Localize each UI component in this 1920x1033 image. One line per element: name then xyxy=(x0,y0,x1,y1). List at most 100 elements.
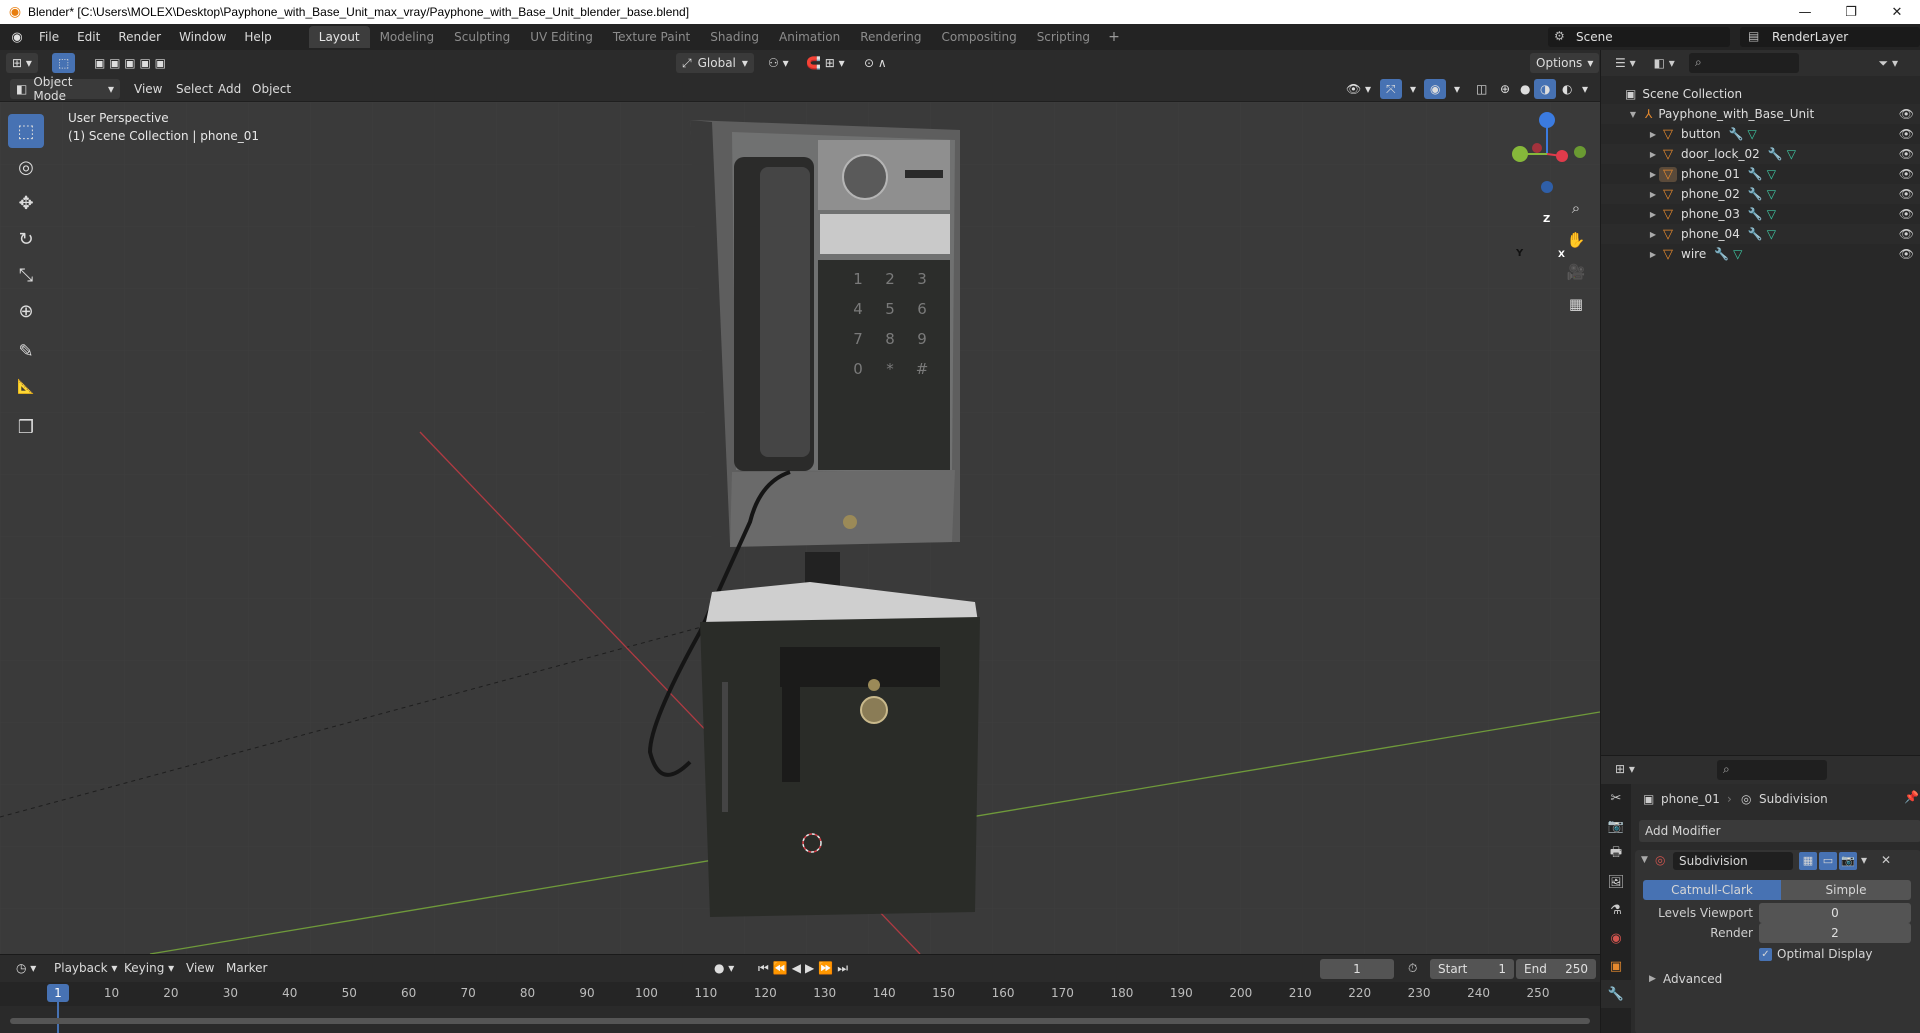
properties-editor-type-icon[interactable]: ⊞ ▾ xyxy=(1615,762,1635,776)
modifier-wrench-icon[interactable]: 🔧 xyxy=(1729,127,1744,141)
neg-y-axis-icon[interactable] xyxy=(1574,146,1586,158)
expand-triangle-icon[interactable]: ▶ xyxy=(1649,974,1656,984)
add-cube-tool[interactable]: ❒ xyxy=(8,410,44,444)
mesh-data-icon[interactable]: ▽ xyxy=(1787,147,1796,161)
timeline[interactable]: 1 10 20 30 40 50 60 70 80 90 100 110 120 130 140 150 160… xyxy=(0,982,1600,1033)
outliner-item-phone-03[interactable]: ▶ ▽ phone_03 🔧 ▽ 👁 xyxy=(1601,204,1920,224)
modifier-tab-icon[interactable]: 🔧 xyxy=(1601,980,1631,1008)
scene-tab-icon[interactable]: ⚗ xyxy=(1601,896,1631,924)
modifier-wrench-icon[interactable]: 🔧 xyxy=(1748,207,1763,221)
viewport-menu-add[interactable]: Add xyxy=(212,79,247,99)
modifier-wrench-icon[interactable]: 🔧 xyxy=(1768,147,1783,161)
modifier-options-chevron-icon[interactable]: ▾ xyxy=(1861,853,1867,867)
add-modifier-dropdown[interactable]: Add Modifier xyxy=(1639,820,1920,842)
outliner-search-input[interactable]: ⌕ xyxy=(1689,53,1799,73)
x-axis-icon[interactable] xyxy=(1556,150,1568,162)
viewport-menu-view[interactable]: View xyxy=(128,79,168,99)
modifier-wrench-icon[interactable]: 🔧 xyxy=(1714,247,1729,261)
prev-keyframe-icon[interactable]: ⏪ xyxy=(773,961,792,975)
object-tab-icon[interactable]: ▣ xyxy=(1601,952,1631,980)
play-reverse-icon[interactable]: ◀ xyxy=(792,961,805,975)
timeline-menu-playback[interactable]: Playback ▾ xyxy=(48,958,123,978)
timeline-menu-keying[interactable]: Keying ▾ xyxy=(118,958,180,978)
measure-tool[interactable]: 📐 xyxy=(8,370,44,404)
eye-icon[interactable]: 👁 xyxy=(1899,187,1914,201)
modifier-wrench-icon[interactable]: 🔧 xyxy=(1748,227,1763,241)
menu-edit[interactable]: Edit xyxy=(68,24,109,50)
timeline-scrollbar[interactable] xyxy=(10,1018,1590,1024)
proportional-edit-icon[interactable]: ⊙ ∧ xyxy=(858,53,893,73)
xray-icon[interactable]: ◫ xyxy=(1470,79,1493,99)
eye-icon[interactable]: 👁 xyxy=(1899,107,1914,121)
tab-uv-editing[interactable]: UV Editing xyxy=(520,26,603,48)
render-toggle-icon[interactable]: 📷 xyxy=(1839,852,1857,870)
select-mode-icon[interactable]: ⬚ xyxy=(52,53,76,73)
outliner-item-wire[interactable]: ▶ ▽ wire 🔧 ▽ 👁 xyxy=(1601,244,1920,264)
shading-dropdown-icon[interactable]: ▾ xyxy=(1576,79,1594,99)
eye-icon[interactable]: 👁 xyxy=(1899,147,1914,161)
eye-icon[interactable]: 👁 xyxy=(1899,207,1914,221)
select-box-tool[interactable]: ⬚ xyxy=(8,114,44,148)
mesh-data-icon[interactable]: ▽ xyxy=(1767,207,1776,221)
perspective-toggle-icon[interactable]: ▦ xyxy=(1562,290,1590,318)
move-tool[interactable]: ✥ xyxy=(8,186,44,220)
neg-x-axis-icon[interactable] xyxy=(1532,143,1542,153)
tab-scripting[interactable]: Scripting xyxy=(1027,26,1100,48)
eye-icon[interactable]: 👁 xyxy=(1899,227,1914,241)
output-tab-icon[interactable]: 🖶 xyxy=(1601,840,1631,868)
outliner-editor-type-icon[interactable]: ☰ ▾ xyxy=(1615,56,1636,70)
overlay-toggle-icon[interactable]: ◉ xyxy=(1424,79,1447,99)
scene-collection-row[interactable]: ▣ Scene Collection xyxy=(1601,84,1920,104)
tab-layout[interactable]: Layout xyxy=(308,26,370,48)
end-frame-field[interactable]: End 250 xyxy=(1516,959,1596,979)
mesh-data-icon[interactable]: ▽ xyxy=(1733,247,1742,261)
world-tab-icon[interactable]: ◉ xyxy=(1601,924,1631,952)
eye-icon[interactable]: 👁 xyxy=(1899,167,1914,181)
gizmo-dropdown-icon[interactable]: ▾ xyxy=(1404,79,1422,99)
neg-z-axis-icon[interactable] xyxy=(1541,181,1553,193)
tab-texture-paint[interactable]: Texture Paint xyxy=(603,26,700,48)
outliner-item-phone-02[interactable]: ▶ ▽ phone_02 🔧 ▽ 👁 xyxy=(1601,184,1920,204)
collapse-triangle-icon[interactable]: ▼ xyxy=(1641,855,1648,865)
modifier-wrench-icon[interactable]: 🔧 xyxy=(1748,187,1763,201)
camera-view-icon[interactable]: 🎥 xyxy=(1562,258,1590,286)
transform-tool[interactable]: ⊕ xyxy=(8,294,44,328)
mesh-data-icon[interactable]: ▽ xyxy=(1767,167,1776,181)
collapse-triangle-icon[interactable]: ▶ xyxy=(1647,130,1659,139)
render-layer-selector[interactable]: ▤ RenderLayer xyxy=(1740,27,1920,47)
timeline-menu-marker[interactable]: Marker xyxy=(220,958,273,978)
outliner-item-phone-04[interactable]: ▶ ▽ phone_04 🔧 ▽ 👁 xyxy=(1601,224,1920,244)
annotate-tool[interactable]: ✎ xyxy=(8,334,44,368)
add-workspace-icon[interactable]: + xyxy=(1100,26,1128,48)
render-levels-field[interactable]: 2 xyxy=(1759,923,1911,943)
expand-triangle-icon[interactable]: ▼ xyxy=(1627,110,1639,119)
object-mode-dropdown[interactable]: ◧ Object Mode ▾ xyxy=(10,75,120,103)
collapse-triangle-icon[interactable]: ▶ xyxy=(1647,250,1659,259)
transform-orientation-dropdown[interactable]: ⤢ Global ▾ xyxy=(676,53,754,73)
tab-rendering[interactable]: Rendering xyxy=(850,26,931,48)
wireframe-shading-icon[interactable]: ⊕ xyxy=(1494,79,1516,99)
play-icon[interactable]: ▶ xyxy=(805,961,818,975)
outliner-item-phone-01[interactable]: ▶ ▽ phone_01 🔧 ▽ 👁 xyxy=(1601,164,1920,184)
tool-tab-icon[interactable]: ✂ xyxy=(1601,784,1631,812)
collection-row[interactable]: ▼ ⅄ Payphone_with_Base_Unit 👁 xyxy=(1601,104,1920,124)
view-layer-tab-icon[interactable]: 🖼 xyxy=(1601,868,1631,896)
eye-icon[interactable]: 👁 xyxy=(1899,127,1914,141)
edit-mode-toggle-icon[interactable]: ▦ xyxy=(1799,852,1817,870)
start-frame-field[interactable]: Start 1 xyxy=(1430,959,1514,979)
snap-icon[interactable]: 🧲 ⊞ ▾ xyxy=(800,53,851,73)
jump-end-icon[interactable]: ⏭ xyxy=(837,961,852,976)
overlay-dropdown-icon[interactable]: ▾ xyxy=(1448,79,1466,99)
tab-compositing[interactable]: Compositing xyxy=(931,26,1026,48)
levels-viewport-field[interactable]: 0 xyxy=(1759,903,1911,923)
properties-search-input[interactable]: ⌕ xyxy=(1717,760,1827,780)
timeline-menu-view[interactable]: View xyxy=(180,958,220,978)
restore-button[interactable]: ❐ xyxy=(1828,0,1874,24)
minimize-button[interactable]: — xyxy=(1782,0,1828,24)
editor-type-icon[interactable]: ⊞ ▾ xyxy=(6,53,38,73)
advanced-section-label[interactable]: Advanced xyxy=(1663,972,1722,986)
render-tab-icon[interactable]: 📷 xyxy=(1601,812,1631,840)
rotate-tool[interactable]: ↻ xyxy=(8,222,44,256)
close-button[interactable]: ✕ xyxy=(1874,0,1920,24)
preview-range-clock-icon[interactable]: ⏱ xyxy=(1402,958,1423,978)
